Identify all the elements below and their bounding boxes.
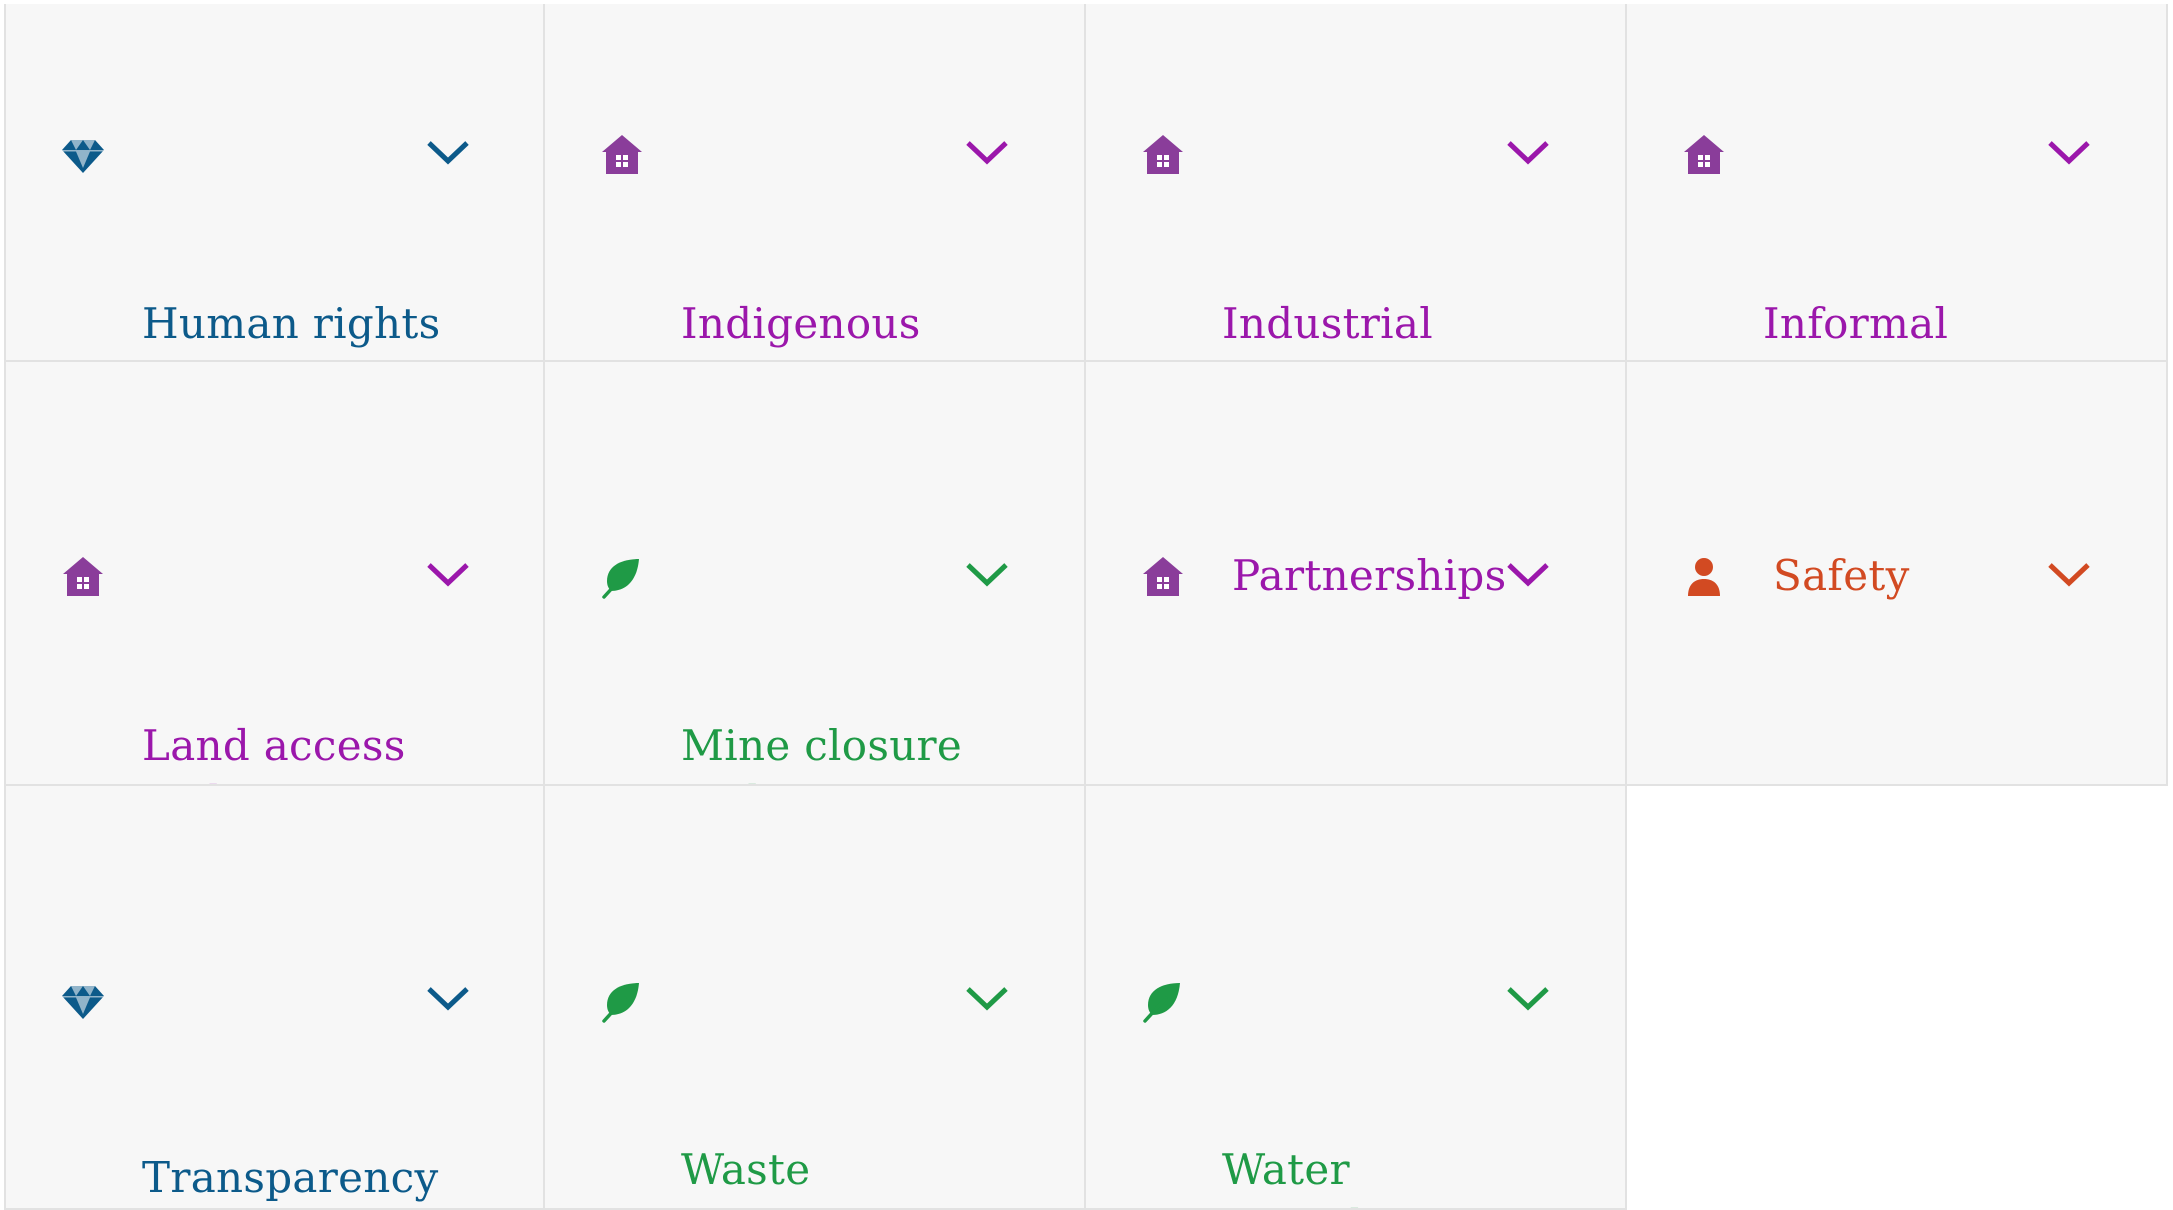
chevron-down-icon[interactable] [426,981,470,1017]
house-icon [599,132,645,178]
topic-grid: Human rights Indigenous communities Indu… [4,4,2168,1210]
topic-label: Water availability [1222,1145,1459,1208]
leaf-icon [599,554,645,600]
chevron-down-icon[interactable] [2047,135,2091,171]
topic-tile-informal-mining[interactable]: Informal mining [1627,4,2168,362]
chevron-down-icon[interactable] [2047,557,2091,593]
house-icon [1140,554,1186,600]
topic-tile-mine-closure[interactable]: Mine closure and rehabilitation [545,362,1086,786]
house-icon [1140,132,1186,178]
topic-tile-land-access[interactable]: Land access and resettlement [4,362,545,786]
topic-tile-water-availability[interactable]: Water availability [1086,786,1627,1210]
chevron-down-icon[interactable] [965,557,1009,593]
topic-label: Human rights [142,299,441,348]
topic-label: Safety [1773,551,1910,600]
chevron-down-icon[interactable] [426,135,470,171]
chevron-down-icon[interactable] [1506,135,1550,171]
topic-label: Land access and resettlement [142,721,406,784]
topic-tile-indigenous-communities[interactable]: Indigenous communities [545,4,1086,362]
diamond-icon [60,978,106,1024]
topic-label: Transparency [142,1153,439,1202]
chevron-down-icon[interactable] [965,135,1009,171]
chevron-down-icon[interactable] [426,557,470,593]
topic-label: Industrial relations [1222,299,1433,360]
house-icon [60,554,106,600]
topic-tile-transparency[interactable]: Transparency [4,786,545,1210]
chevron-down-icon[interactable] [965,981,1009,1017]
diamond-icon [60,132,106,178]
leaf-icon [1140,978,1186,1024]
topic-tile-waste[interactable]: Waste [545,786,1086,1210]
chevron-down-icon[interactable] [1506,557,1550,593]
topic-label: Mine closure and rehabilitation [681,721,963,784]
leaf-icon [599,978,645,1024]
topic-label: Indigenous communities [681,299,957,360]
house-icon [1681,132,1727,178]
topic-label: Partnerships [1232,551,1507,600]
topic-tile-partnerships[interactable]: Partnerships [1086,362,1627,786]
topic-label: Waste [681,1145,811,1194]
person-icon [1681,554,1727,600]
topic-tile-human-rights[interactable]: Human rights [4,4,545,362]
topic-tile-safety[interactable]: Safety [1627,362,2168,786]
topic-label: Informal mining [1763,299,1949,360]
topic-tile-industrial-relations[interactable]: Industrial relations [1086,4,1627,362]
chevron-down-icon[interactable] [1506,981,1550,1017]
